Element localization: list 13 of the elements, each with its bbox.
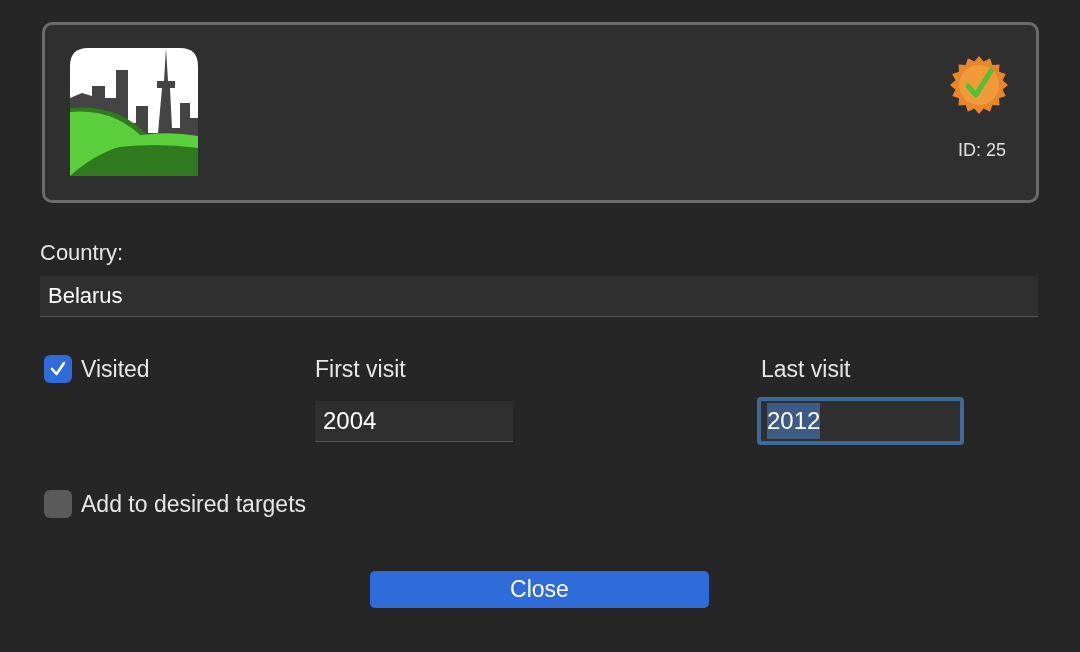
- checkbox-label: Add to desired targets: [81, 490, 307, 518]
- city-logo-icon: [70, 48, 198, 176]
- country-field[interactable]: Belarus: [40, 276, 1038, 317]
- year-field[interactable]: 2004: [315, 401, 513, 442]
- checkbox-label: Visited: [81, 355, 150, 383]
- field-label: First visit: [315, 355, 406, 383]
- close-button[interactable]: Close: [370, 571, 709, 608]
- checkbox[interactable]: [44, 490, 72, 518]
- year-field[interactable]: 2012: [757, 397, 964, 445]
- country-label: Country:: [40, 239, 124, 267]
- checkbox[interactable]: [44, 355, 72, 383]
- id-label: ID: 25: [957, 139, 1006, 162]
- field-label: Last visit: [761, 355, 851, 383]
